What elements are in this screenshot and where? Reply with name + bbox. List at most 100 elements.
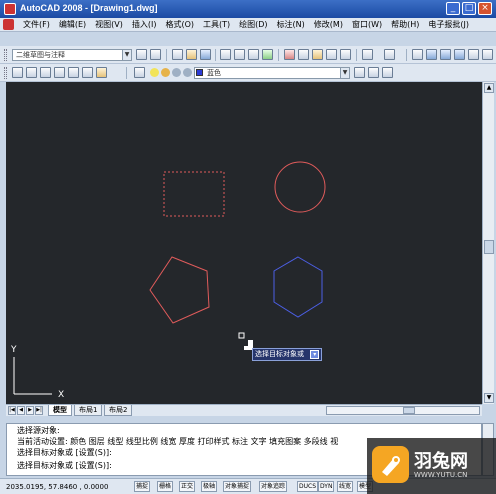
osnap-toggle[interactable]: 对象捕捉 [223,481,252,492]
menu-edit[interactable]: 编辑(E) [56,19,89,31]
layer-on-icon[interactable] [150,68,159,77]
scroll-up-button[interactable]: ▲ [484,83,494,93]
scroll-thumb[interactable] [484,240,494,254]
menu-express[interactable]: 电子报批(J) [425,19,472,31]
make-current-layer-icon[interactable] [354,67,365,78]
layer-states-icon[interactable] [382,67,393,78]
layer-lock-icon[interactable] [172,68,181,77]
edit-icon[interactable] [96,67,107,78]
document-icon[interactable] [3,19,14,30]
circle[interactable] [274,161,326,213]
workspace-save-icon[interactable] [150,49,161,60]
pentagon[interactable] [149,256,210,324]
tab-layout1[interactable]: 布局1 [74,405,103,416]
menu-file[interactable]: 文件(F) [20,19,53,31]
toolbar-grip[interactable] [4,67,7,79]
block-insert-icon[interactable] [68,67,79,78]
last-tab-button[interactable]: ▶| [35,406,43,415]
drawing-area[interactable]: Y X 选择目标对象或 ▾ [6,82,482,404]
standard-toolbar: 二维草图与注释 ▼ [0,46,496,64]
separator [278,49,279,61]
vertical-scrollbar[interactable]: ▲ ▼ [482,82,494,404]
layer-dropdown[interactable]: 蓝色 ▼ [194,67,350,79]
dashed-rectangle[interactable] [163,171,225,217]
design-center-icon[interactable] [482,49,493,60]
pan-icon[interactable] [412,49,423,60]
zoom-realtime-icon[interactable] [426,49,437,60]
publish-icon[interactable] [248,49,259,60]
print-preview-icon[interactable] [234,49,245,60]
drawing-canvas[interactable]: Y X [6,82,482,404]
dim-arc-icon[interactable] [40,67,51,78]
menu-tools[interactable]: 工具(T) [200,19,233,31]
menu-view[interactable]: 视图(V) [92,19,126,31]
dim-ordinate-icon[interactable] [54,67,65,78]
snap-toggle[interactable]: 捕捉 [134,481,151,492]
layer-previous-icon[interactable] [368,67,379,78]
copy-icon[interactable] [298,49,309,60]
grid-toggle[interactable]: 栅格 [157,481,174,492]
prev-tab-button[interactable]: ◀ [17,406,25,415]
close-button[interactable]: × [478,2,492,15]
tooltip-options-button[interactable]: ▾ [310,350,320,359]
paste-icon[interactable] [312,49,323,60]
ucs-x-label: X [58,390,64,400]
dynamic-input-tooltip: 选择目标对象或 ▾ [252,348,323,361]
scroll-down-button[interactable]: ▼ [484,393,494,403]
menu-modify[interactable]: 修改(M) [311,19,346,31]
save-icon[interactable] [200,49,211,60]
minimize-button[interactable]: _ [446,2,460,15]
tooltip-text: 选择目标对象或 [255,350,304,358]
ortho-toggle[interactable]: 正交 [179,481,196,492]
menu-help[interactable]: 帮助(H) [388,19,422,31]
workspace-settings-icon[interactable] [136,49,147,60]
redo-icon[interactable] [384,49,395,60]
menu-dimension[interactable]: 标注(N) [274,19,308,31]
zoom-window-icon[interactable] [440,49,451,60]
title-bar: AutoCAD 2008 - [Drawing1.dwg] _ □ × [0,0,496,18]
match-properties-icon[interactable] [326,49,337,60]
tab-layout2[interactable]: 布局2 [104,405,133,416]
undo-icon[interactable] [362,49,373,60]
open-file-icon[interactable] [186,49,197,60]
dim-aligned-icon[interactable] [26,67,37,78]
cut-icon[interactable] [284,49,295,60]
watermark: 羽兔网 WWW.YUTU.CN [367,438,496,494]
menu-insert[interactable]: 插入(I) [129,19,160,31]
lineweight-toggle[interactable]: 线宽 [337,481,354,492]
first-tab-button[interactable]: |◀ [8,406,16,415]
menu-window[interactable]: 窗口(W) [349,19,385,31]
otrack-toggle[interactable]: 对象追踪 [259,481,288,492]
layer-manager-icon[interactable] [134,67,145,78]
zoom-previous-icon[interactable] [454,49,465,60]
dyn-toggle[interactable]: DYN [318,481,335,492]
horizontal-scrollbar[interactable] [326,406,480,415]
scroll-thumb[interactable] [403,407,415,414]
3d-dwf-icon[interactable] [262,49,273,60]
menu-format[interactable]: 格式(O) [162,19,197,31]
workspace-dropdown[interactable]: 二维草图与注释 ▼ [12,49,132,61]
maximize-button[interactable]: □ [462,2,476,15]
layer-plot-icon[interactable] [183,68,192,77]
separator [215,49,216,61]
polar-toggle[interactable]: 极轴 [201,481,218,492]
layer-freeze-icon[interactable] [161,68,170,77]
wblock-icon[interactable] [82,67,93,78]
hexagon[interactable] [273,256,323,318]
tab-model[interactable]: 模型 [48,405,72,416]
toolbar-grip[interactable] [4,49,7,61]
new-file-icon[interactable] [172,49,183,60]
print-icon[interactable] [220,49,231,60]
command-prompt[interactable]: 选择目标对象或 [设置(S)]: [17,461,112,471]
next-tab-button[interactable]: ▶ [26,406,34,415]
coordinate-readout[interactable]: 2035.0195, 57.8460 , 0.0000 [6,482,108,492]
menu-draw[interactable]: 绘图(D) [236,19,270,31]
window-title: AutoCAD 2008 - [Drawing1.dwg] [20,3,158,13]
dim-linear-icon[interactable] [12,67,23,78]
ducs-toggle[interactable]: DUCS [297,481,319,492]
properties-icon[interactable] [468,49,479,60]
ucs-y-label: Y [10,345,17,355]
command-history-line: 当前活动设置: 颜色 图层 线型 线型比例 线宽 厚度 打印样式 标注 文字 填… [17,437,339,446]
autocad-app-icon[interactable] [4,3,16,15]
block-editor-icon[interactable] [340,49,351,60]
